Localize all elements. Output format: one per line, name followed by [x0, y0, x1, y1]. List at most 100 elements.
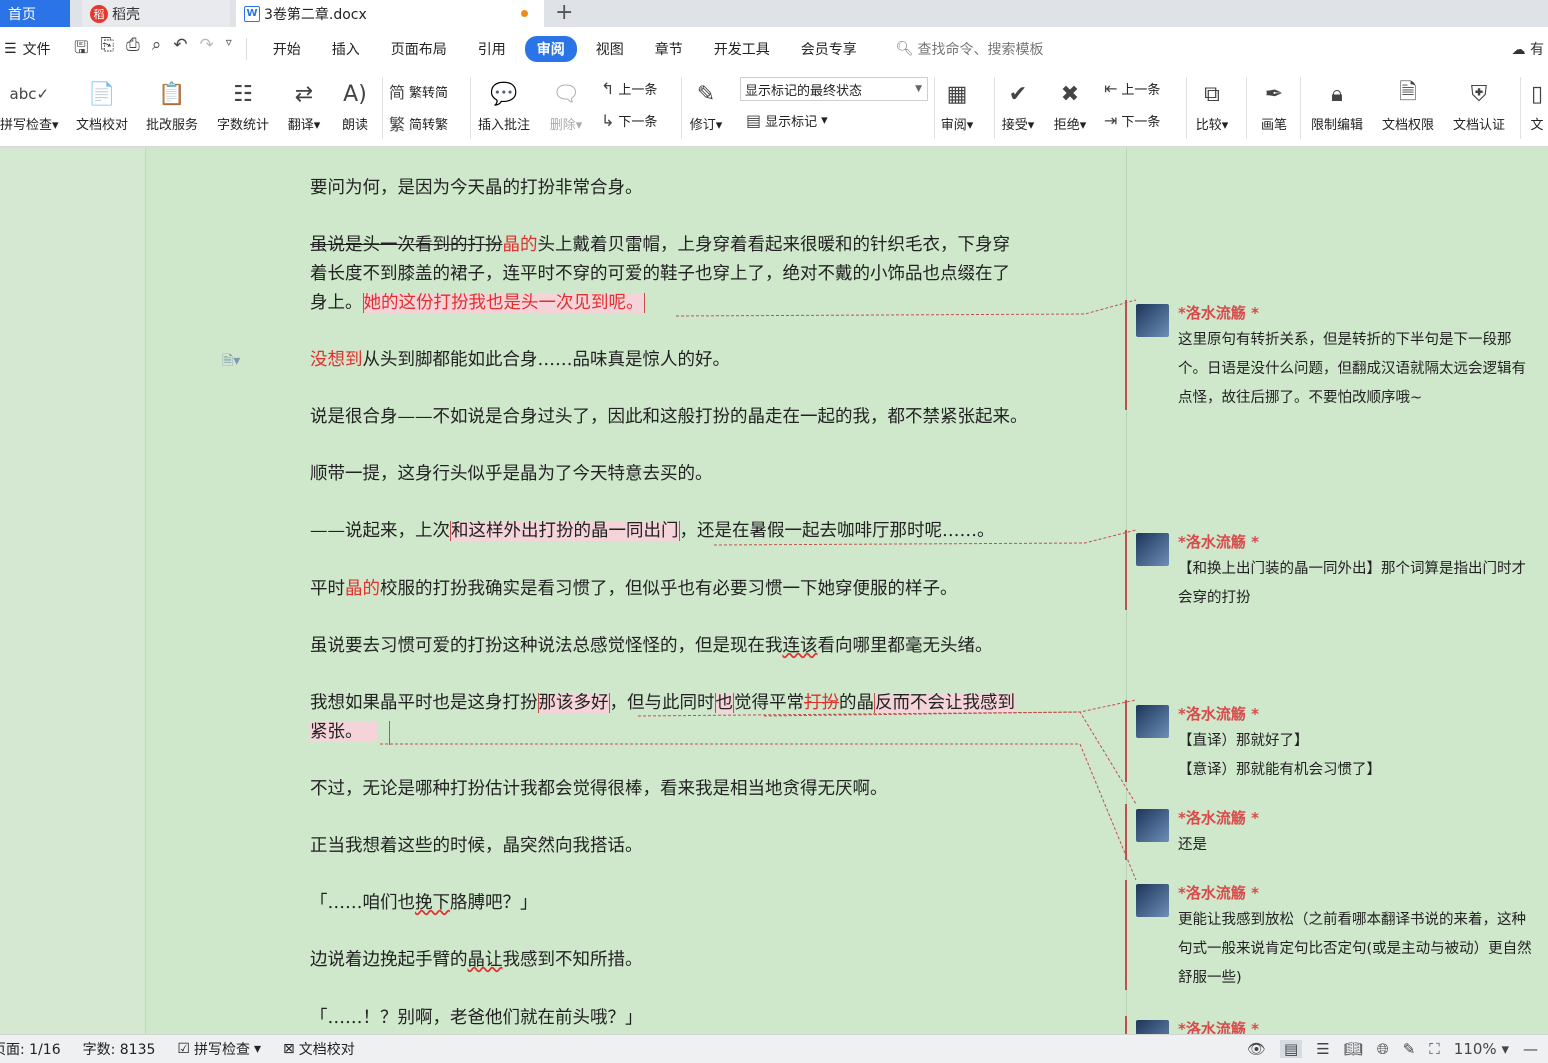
accept-button[interactable]: ✔ 接受▾	[1001, 77, 1035, 134]
zoom-level[interactable]: 110% ▾	[1454, 1040, 1509, 1058]
comment-card[interactable]: *洛水流觞 * 【直译）那就好了】 【意译）那就能有机会习惯了】	[1136, 703, 1541, 785]
paragraph[interactable]: 边说着边挽起手臂的晶让我感到不知所措。	[310, 946, 1080, 975]
save-icon[interactable]: 🖫	[74, 35, 88, 64]
simp-to-trad-button[interactable]: 繁简转繁	[389, 111, 448, 135]
delete-comment-button[interactable]: 🗨 删除▾	[549, 77, 583, 134]
fit-page-icon[interactable]: ⛶	[1429, 1040, 1440, 1058]
word-count-indicator[interactable]: 字数: 8135	[83, 1039, 156, 1059]
insert-comment-button[interactable]: 💬 插入批注	[478, 77, 530, 134]
page-view-icon[interactable]: ▤	[1280, 1040, 1303, 1058]
paragraph-line[interactable]: 紧张。	[310, 718, 1080, 747]
proof-icon: ⊠	[283, 1041, 295, 1057]
menu-tab-insert[interactable]: 插入	[320, 36, 372, 62]
view-controls: 👁︎ ▤ ☰ 📖︎ 🌐︎ ✎ ⛶ 110% ▾ —	[1247, 1040, 1538, 1058]
reject-button[interactable]: ✖ 拒绝▾	[1053, 77, 1087, 134]
review-pane-button[interactable]: ▦ 审阅▾	[940, 77, 974, 134]
paragraph[interactable]: 不过，无论是哪种打扮估计我都会觉得很棒，看来我是相当地贪得无厌啊。	[310, 775, 1080, 804]
comment-card[interactable]: *洛水流觞 * 【和换上出门装的晶一同外出】那个词算是指出门时才会穿的打扮	[1136, 531, 1541, 611]
hamburger-icon: ☰	[4, 41, 17, 57]
file-menu[interactable]: ☰ 文件	[0, 39, 66, 59]
comment-text: 这里原句有转折关系，但是转折的下半句是下一段那个。日语是没什么问题，但翻成汉语就…	[1178, 332, 1526, 406]
outline-view-icon[interactable]: ☰	[1316, 1040, 1329, 1058]
tab-home[interactable]: 首页	[0, 0, 70, 27]
compare-button[interactable]: ⧉ 比较▾	[1195, 77, 1229, 134]
next-comment-icon: ↳	[601, 111, 615, 130]
undo-icon[interactable]: ↶	[173, 35, 187, 64]
menu-tab-devtools[interactable]: 开发工具	[702, 36, 782, 62]
restrict-edit-button[interactable]: 🔒︎ 限制编辑	[1311, 77, 1363, 134]
paragraph[interactable]: 虽说要去习惯可爱的打扮这种说法总感觉怪怪的，但是现在我连该看向哪里都毫无头绪。	[310, 632, 1080, 661]
trad-to-simp-button[interactable]: 简繁转简	[389, 79, 448, 103]
paragraph-line[interactable]: 着长度不到膝盖的裙子，连平时不穿的可爱的鞋子也穿上了，绝对不戴的小饰品也点缀在了	[310, 260, 1080, 289]
comment-text: 【直译）那就好了】 【意译）那就能有机会习惯了】	[1178, 733, 1381, 778]
menu-tab-view[interactable]: 视图	[584, 36, 636, 62]
paragraph-note-icon[interactable]: 🗎▾	[222, 350, 240, 374]
menu-tab-references[interactable]: 引用	[466, 36, 518, 62]
review-service-button[interactable]: 📋 批改服务	[146, 77, 198, 134]
menu-tab-review[interactable]: 审阅	[524, 36, 577, 62]
comment-card[interactable]: *洛水流觞 *	[1136, 1018, 1541, 1034]
more-chevron-icon[interactable]: ▿	[226, 35, 232, 64]
track-changes-button[interactable]: ✎ 修订▾	[689, 77, 723, 134]
word-count-button[interactable]: ☷ 字数统计	[217, 77, 269, 134]
paragraph[interactable]: 说是很合身——不如说是合身过头了，因此和这般打扮的晶走在一起的我，都不禁紧张起来…	[310, 403, 1080, 432]
pen-icon: ✒	[1264, 81, 1284, 107]
paragraph[interactable]: 「……咱们也挽下胳膊吧？」	[310, 889, 1080, 918]
next-change-button[interactable]: ⇥ 下一条	[1104, 111, 1160, 130]
doc-proof-button[interactable]: 📄 文档校对	[76, 77, 128, 134]
commented-text: 也	[714, 693, 734, 713]
web-view-icon[interactable]: 🌐︎	[1377, 1040, 1389, 1058]
print-icon[interactable]: ⎙	[126, 35, 140, 64]
paragraph[interactable]: 我想如果晶平时也是这身打扮那该多好，但与此同时也觉得平常打扮的晶反而不会让我感到	[310, 689, 1080, 718]
spell-check-status[interactable]: ☑ 拼写检查 ▾	[177, 1039, 261, 1059]
new-tab-plus-icon[interactable]: +	[555, 0, 573, 26]
paragraph-line[interactable]: 身上。她的这份打扮我也是头一次见到呢。	[310, 289, 1080, 318]
divider	[1186, 77, 1187, 139]
zoom-out-icon[interactable]: —	[1523, 1040, 1538, 1058]
paragraph[interactable]: 平时晶的校服的打扮我确实是看习惯了，但似乎也有必要习惯一下她穿便服的样子。	[310, 575, 1080, 604]
menu-tab-section[interactable]: 章节	[643, 36, 695, 62]
command-search[interactable]: 🔍︎ 查找命令、搜索模板	[896, 39, 1044, 59]
spell-check-button[interactable]: abc✓ 拼写检查▾	[0, 77, 59, 133]
comment-card[interactable]: *洛水流觞 * 这里原句有转折关系，但是转折的下半句是下一段那个。日语是没什么问…	[1136, 302, 1541, 412]
prev-change-button[interactable]: ⇤ 上一条	[1104, 79, 1160, 98]
read-view-icon[interactable]: 📖︎	[1344, 1040, 1363, 1058]
doc-certify-button[interactable]: ⛨ 文档认证	[1453, 77, 1505, 134]
show-markup-button[interactable]: ▤ 显示标记 ▾	[746, 111, 828, 130]
translate-button[interactable]: ⇄ 翻译▾	[287, 77, 321, 134]
proof-status[interactable]: ⊠ 文档校对	[283, 1039, 355, 1059]
divider	[994, 77, 995, 139]
menu-tab-start[interactable]: 开始	[261, 36, 313, 62]
paragraph[interactable]: 要问为何，是因为今天晶的打扮非常合身。	[310, 174, 1080, 203]
redo-icon[interactable]: ↷	[199, 35, 213, 64]
doc-more-button[interactable]: ▯ 文	[1526, 77, 1548, 134]
markup-state-select[interactable]: 显示标记的最终状态 ▼	[740, 77, 928, 101]
export-icon[interactable]: ⎘	[100, 35, 114, 64]
comment-delete-icon: 🗨	[552, 81, 580, 107]
paragraph[interactable]: 虽说是头一次看到的打扮晶的头上戴着贝雷帽，上身穿着看起来很暖和的针织毛衣，下身穿	[310, 231, 1080, 260]
tab-document[interactable]: W 3卷第二章.docx	[236, 0, 544, 27]
tab-daoke[interactable]: 稻稻壳	[82, 0, 230, 27]
paragraph[interactable]: 没想到从头到脚都能如此合身……品味真是惊人的好。	[310, 346, 1080, 375]
next-change-icon: ⇥	[1104, 111, 1118, 130]
paragraph[interactable]: ——说起来，上次和这样外出打扮的晶一同出门，还是在暑假一起去咖啡厅那时呢……。	[310, 517, 1080, 546]
pen-mode-icon[interactable]: ✎	[1403, 1040, 1416, 1058]
comment-card[interactable]: *洛水流觞 * 还是	[1136, 807, 1541, 863]
pen-button[interactable]: ✒ 画笔	[1257, 77, 1291, 134]
paragraph[interactable]: 正当我想着这些的时候，晶突然向我搭话。	[310, 832, 1080, 861]
menu-tab-member[interactable]: 会员专享	[789, 36, 869, 62]
read-aloud-button[interactable]: A) 朗读	[338, 77, 372, 134]
page-indicator[interactable]: 页面: 1/16	[0, 1039, 61, 1059]
next-comment-button[interactable]: ↳ 下一条	[601, 111, 657, 130]
comment-card[interactable]: *洛水流觞 * 更能让我感到放松（之前看哪本翻译书说的来着，这种句式一般来说肯定…	[1136, 882, 1541, 992]
deleted-text: 虽说是头一次看到的打扮	[310, 235, 503, 255]
eye-protection-icon[interactable]: 👁︎	[1247, 1040, 1266, 1058]
menu-tab-layout[interactable]: 页面布局	[379, 36, 459, 62]
paragraph[interactable]: 「……！？别啊，老爸他们就在前头哦？」	[310, 1004, 1080, 1033]
paragraph[interactable]: 顺带一提，这身行头似乎是晶为了今天特意去买的。	[310, 460, 1080, 489]
cloud-status[interactable]: ☁ 有	[1512, 39, 1544, 59]
doc-rights-button[interactable]: 🗎 文档权限	[1382, 77, 1434, 133]
comment-add-icon: 💬	[490, 81, 518, 107]
preview-icon[interactable]: ⌕	[152, 35, 162, 64]
prev-comment-button[interactable]: ↰ 上一条	[601, 79, 657, 98]
